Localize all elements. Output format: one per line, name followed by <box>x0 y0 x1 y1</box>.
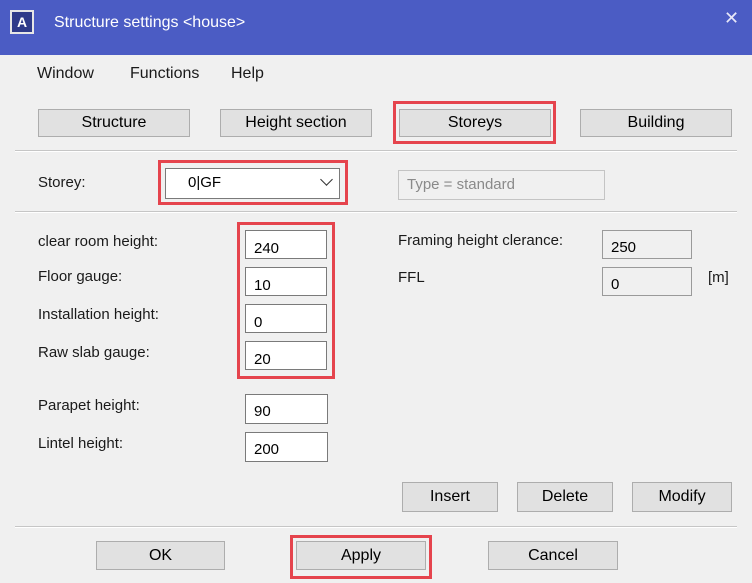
lintel-height-label: Lintel height: <box>38 435 124 452</box>
ffl-unit: [m] <box>708 269 729 286</box>
framing-height-clearance-label: Framing height clerance: <box>398 232 564 249</box>
parapet-height-label: Parapet height: <box>38 397 140 414</box>
clear-room-height-label: clear room height: <box>38 233 159 250</box>
ok-button[interactable]: OK <box>96 541 225 570</box>
cancel-button[interactable]: Cancel <box>488 541 618 570</box>
window-title: Structure settings <house> <box>54 14 246 31</box>
lintel-height-input[interactable]: 200 <box>245 432 328 462</box>
floor-gauge-label: Floor gauge: <box>38 268 123 285</box>
highlight-storey-select <box>158 160 348 205</box>
separator <box>15 527 737 528</box>
raw-slab-gauge-label: Raw slab gauge: <box>38 344 150 361</box>
highlight-apply <box>290 535 432 579</box>
ffl-field: 0 <box>602 267 692 296</box>
type-field: Type = standard <box>398 170 605 200</box>
separator <box>15 151 737 152</box>
menu-help[interactable]: Help <box>231 65 264 83</box>
menu-functions[interactable]: Functions <box>130 65 199 83</box>
tab-structure[interactable]: Structure <box>38 109 190 137</box>
separator <box>15 212 737 213</box>
insert-button[interactable]: Insert <box>402 482 498 512</box>
app-icon: A <box>10 10 34 34</box>
highlight-storeys <box>393 101 556 144</box>
parapet-height-input[interactable]: 90 <box>245 394 328 424</box>
installation-height-label: Installation height: <box>38 306 159 323</box>
close-icon[interactable]: ✕ <box>724 8 739 29</box>
framing-height-clearance-field: 250 <box>602 230 692 259</box>
storey-label: Storey: <box>38 174 86 191</box>
menu-window[interactable]: Window <box>37 65 94 83</box>
delete-button[interactable]: Delete <box>517 482 613 512</box>
modify-button[interactable]: Modify <box>632 482 732 512</box>
tab-height-section[interactable]: Height section <box>220 109 372 137</box>
title-bar: A Structure settings <house> ✕ <box>0 0 752 55</box>
tab-building[interactable]: Building <box>580 109 732 137</box>
highlight-height-fields <box>237 222 335 379</box>
ffl-label: FFL <box>398 269 425 286</box>
